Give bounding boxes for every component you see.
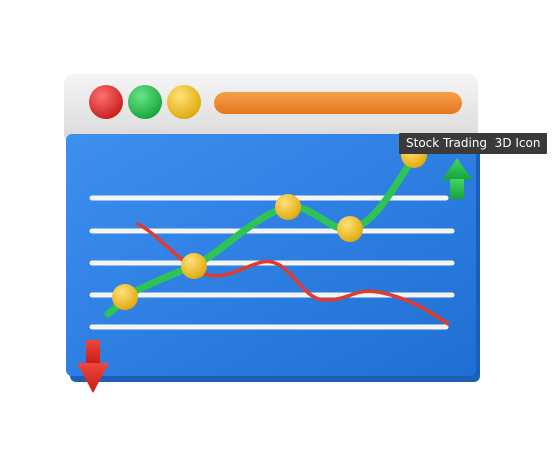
stock-trading-3d-icon <box>64 74 480 393</box>
data-point <box>181 253 207 279</box>
address-bar <box>214 92 462 114</box>
yellow-light-icon <box>167 85 201 119</box>
data-point <box>112 284 138 310</box>
green-light-icon <box>128 85 162 119</box>
image-title-tooltip: Stock Trading 3D Icon <box>399 133 548 154</box>
data-point <box>275 194 301 220</box>
data-point <box>337 216 363 242</box>
stock-trading-icon-canvas: Stock Trading 3D Icon <box>0 0 554 451</box>
window-lights <box>89 85 201 119</box>
chart-screen <box>66 134 480 382</box>
red-light-icon <box>89 85 123 119</box>
